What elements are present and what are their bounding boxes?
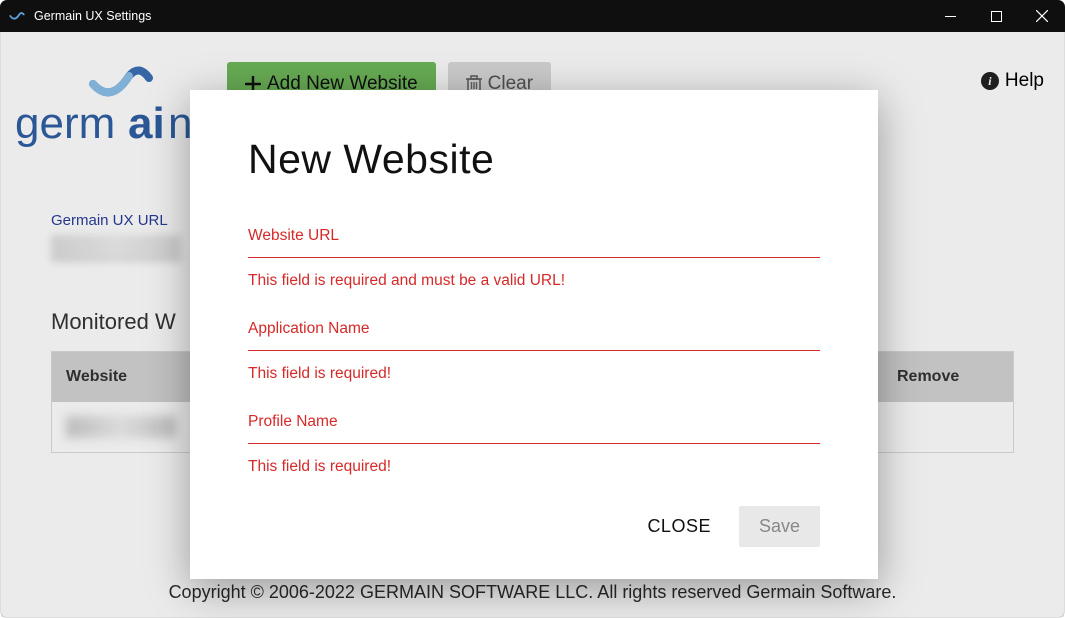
application-name-field-group: Application Name This field is required! <box>248 320 820 383</box>
application-name-input[interactable] <box>248 350 820 351</box>
svg-text:germ: germ <box>15 99 115 148</box>
footer-copyright: Copyright © 2006-2022 GERMAIN SOFTWARE L… <box>1 582 1064 603</box>
info-icon: i <box>981 72 999 90</box>
table-cell-website <box>66 416 176 438</box>
window-close-button[interactable] <box>1019 0 1065 32</box>
save-button[interactable]: Save <box>739 506 820 547</box>
window-title: Germain UX Settings <box>34 9 927 23</box>
website-url-field-group: Website URL This field is required and m… <box>248 227 820 290</box>
new-website-dialog: New Website Website URL This field is re… <box>190 90 878 579</box>
application-name-label: Application Name <box>248 320 820 338</box>
website-url-error: This field is required and must be a val… <box>248 272 820 290</box>
dialog-title: New Website <box>248 136 820 183</box>
profile-name-field-group: Profile Name This field is required! <box>248 413 820 476</box>
window-titlebar: Germain UX Settings <box>0 0 1065 32</box>
column-remove: Remove <box>883 352 1013 402</box>
application-name-error: This field is required! <box>248 365 820 383</box>
svg-text:n: n <box>168 99 192 148</box>
website-url-label: Website URL <box>248 227 820 245</box>
brand-logo: germ ai n <box>15 32 205 152</box>
close-button[interactable]: CLOSE <box>643 508 715 545</box>
website-url-input[interactable] <box>248 257 820 258</box>
window-minimize-button[interactable] <box>927 0 973 32</box>
svg-text:ai: ai <box>128 99 165 148</box>
profile-name-input[interactable] <box>248 443 820 444</box>
help-label: Help <box>1005 70 1044 92</box>
help-link[interactable]: i Help <box>981 32 1050 92</box>
profile-name-error: This field is required! <box>248 458 820 476</box>
profile-name-label: Profile Name <box>248 413 820 431</box>
germain-url-input[interactable] <box>51 235 181 261</box>
window-maximize-button[interactable] <box>973 0 1019 32</box>
app-icon <box>8 7 26 25</box>
